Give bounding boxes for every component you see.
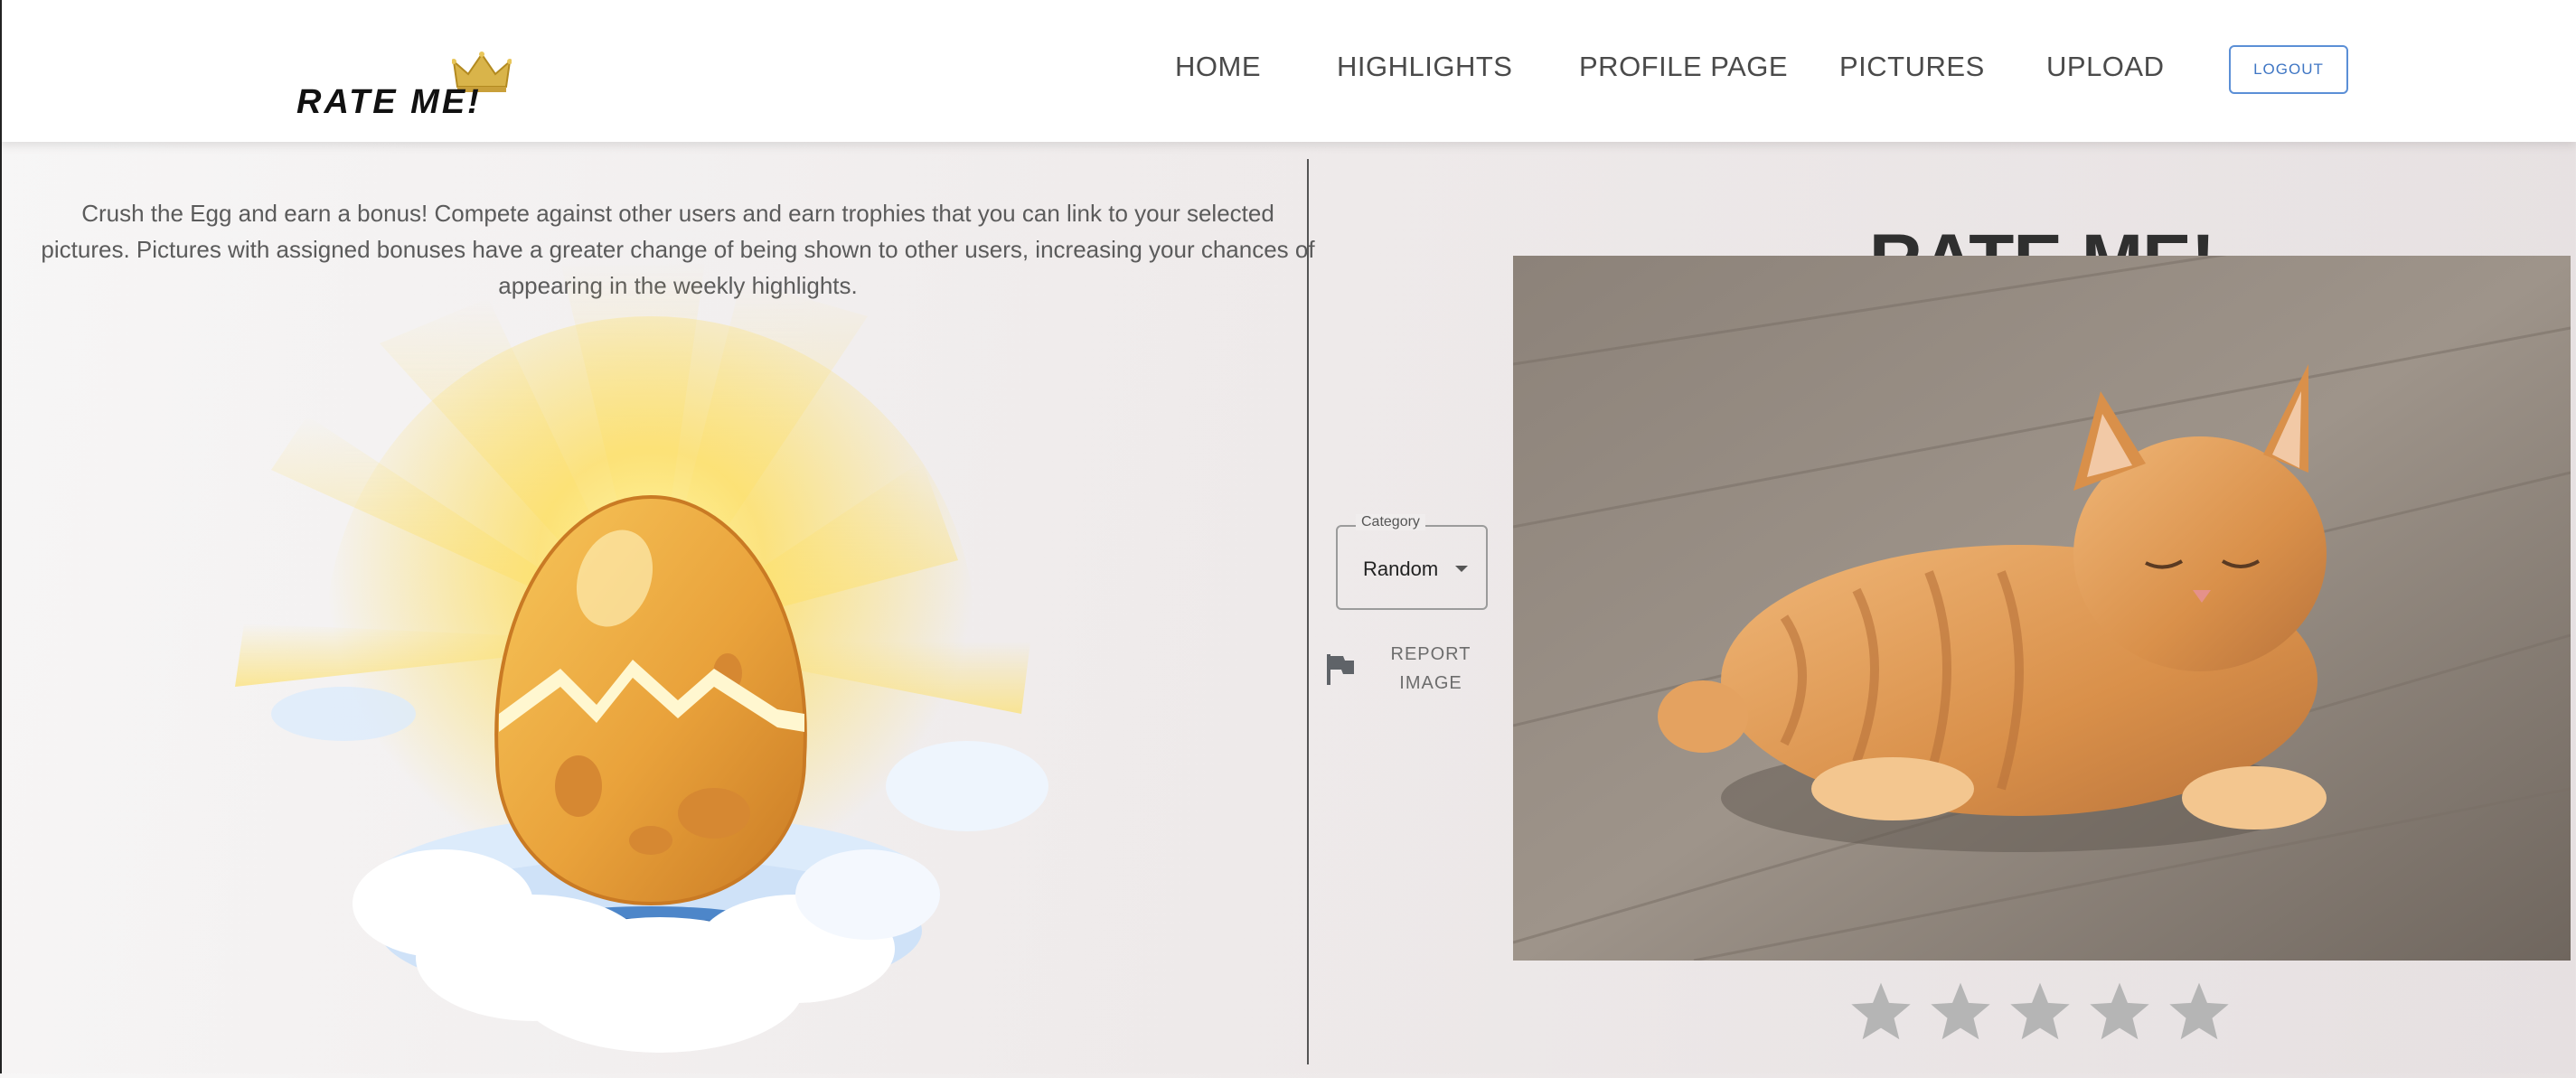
star-icon[interactable] xyxy=(2086,979,2153,1045)
nav-profile-page[interactable]: PROFILE PAGE xyxy=(1579,51,1788,83)
caret-down-icon xyxy=(1455,566,1468,572)
window-edge xyxy=(0,0,2,1073)
nav-upload[interactable]: UPLOAD xyxy=(2046,51,2164,83)
report-image-button[interactable]: REPORT IMAGE xyxy=(1325,638,1488,701)
star-icon[interactable] xyxy=(1847,979,1914,1045)
nav-highlights[interactable]: HIGHLIGHTS xyxy=(1337,51,1512,83)
rated-picture xyxy=(1513,256,2571,961)
star-icon[interactable] xyxy=(2166,979,2233,1045)
star-rating xyxy=(1847,979,2245,1047)
section-divider xyxy=(1307,159,1309,1064)
top-navigation-bar: RATE ME! HOME HIGHLIGHTS PROFILE PAGE PI… xyxy=(0,0,2576,142)
star-icon[interactable] xyxy=(2007,979,2073,1045)
crush-egg-illustration[interactable] xyxy=(235,262,1103,1073)
category-label: Category xyxy=(1356,514,1425,530)
nav-home[interactable]: HOME xyxy=(1175,51,1261,83)
category-value: Random xyxy=(1363,558,1439,580)
category-select[interactable]: Category Random xyxy=(1336,514,1488,610)
report-image-label: REPORT IMAGE xyxy=(1390,644,1471,693)
nav-pictures[interactable]: PICTURES xyxy=(1839,51,1985,83)
logo-text: RATE ME! xyxy=(296,83,482,121)
flag-icon xyxy=(1327,654,1354,685)
logo[interactable]: RATE ME! xyxy=(296,51,522,123)
logout-button[interactable]: LOGOUT xyxy=(2229,45,2348,94)
star-icon[interactable] xyxy=(1927,979,1994,1045)
